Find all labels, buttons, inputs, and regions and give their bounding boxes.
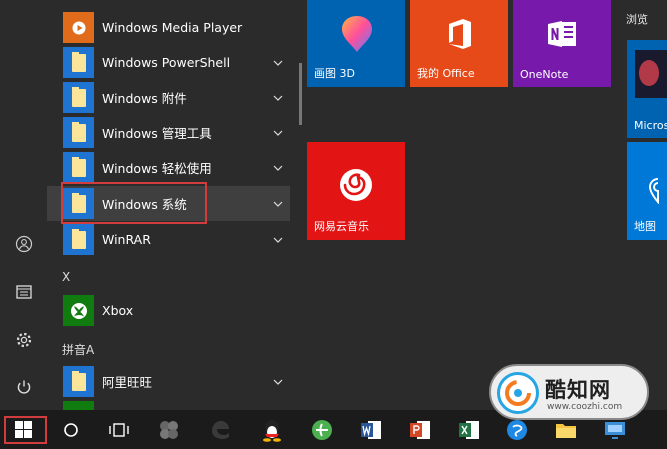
user-icon: [15, 235, 32, 253]
documents-button[interactable]: [0, 272, 47, 312]
tile-paint-3d[interactable]: 画图 3D: [307, 0, 405, 87]
app-icon: [159, 420, 178, 439]
taskbar-browser[interactable]: [308, 416, 335, 443]
tile-label: 画图 3D: [314, 67, 355, 80]
task-view-icon: [108, 422, 129, 437]
chevron-down-icon[interactable]: [272, 57, 284, 69]
qq-icon: [262, 419, 281, 442]
browser2-icon: [506, 419, 527, 440]
power-button[interactable]: [0, 367, 47, 407]
taskbar-qq[interactable]: [258, 416, 285, 443]
folder-label: 阿里旺旺: [102, 375, 153, 390]
taskbar-excel[interactable]: [455, 416, 482, 443]
section-header-pinyin-a[interactable]: 拼音A: [62, 341, 94, 358]
folder-icon: [63, 152, 94, 183]
folder-winrar[interactable]: WinRAR: [47, 222, 290, 257]
folder-icon: [63, 224, 94, 255]
app-label: Xbox: [102, 303, 134, 318]
documents-icon: [15, 285, 32, 299]
edge-icon: [211, 420, 229, 439]
app-label: Windows Media Player: [102, 20, 243, 35]
paint-3d-icon: [342, 16, 372, 52]
user-button[interactable]: [0, 224, 47, 264]
folder-label: Windows 附件: [102, 91, 187, 106]
word-icon: [360, 420, 381, 439]
remote-icon: [604, 421, 625, 439]
media-player-icon: [63, 12, 94, 43]
tile-label: 地图: [634, 220, 656, 233]
tile-label: 我的 Office: [417, 67, 475, 80]
maps-icon: [649, 178, 659, 204]
taskbar-powerpoint[interactable]: [406, 416, 433, 443]
tile-label: Micros: [634, 119, 667, 132]
folder-icon: [63, 366, 94, 397]
taskbar-file-explorer[interactable]: [552, 416, 579, 443]
chevron-down-icon[interactable]: [272, 162, 284, 174]
tile-microsoft-store[interactable]: Micros: [627, 40, 667, 138]
settings-icon: [16, 332, 31, 348]
taskbar-remote[interactable]: [601, 416, 628, 443]
folder-windows-powershell[interactable]: Windows PowerShell: [47, 45, 290, 80]
tile-label: OneNote: [520, 68, 569, 81]
search-circle-icon: [63, 422, 78, 437]
netease-music-icon: [340, 169, 372, 201]
folder-icon: [63, 82, 94, 113]
tile-label: 网易云音乐: [314, 220, 369, 233]
folder-icon: [63, 47, 94, 78]
taskbar-word[interactable]: [357, 416, 384, 443]
chevron-down-icon[interactable]: [272, 127, 284, 139]
start-highlight-annotation-box: [4, 416, 47, 444]
file-explorer-icon: [555, 423, 576, 438]
coozhi-logo-icon: [497, 372, 539, 414]
tile-maps[interactable]: 地图: [627, 142, 667, 240]
coozhi-watermark: 酷知网 www.coozhi.com: [489, 364, 649, 420]
folder-alibaba-wangwang[interactable]: 阿里旺旺: [47, 364, 290, 399]
tile-netease-music[interactable]: 网易云音乐: [307, 142, 405, 240]
watermark-title: 酷知网: [545, 378, 611, 402]
folder-icon: [63, 117, 94, 148]
search-button[interactable]: [57, 416, 84, 443]
power-icon: [17, 380, 30, 394]
chevron-down-icon[interactable]: [272, 376, 284, 388]
app-item-windows-media-player[interactable]: Windows Media Player: [47, 10, 290, 45]
chevron-down-icon[interactable]: [272, 92, 284, 104]
highlight-annotation-box: [61, 182, 207, 224]
office-icon: [449, 19, 471, 49]
tile-onenote[interactable]: OneNote: [513, 0, 611, 87]
taskbar-edge[interactable]: [206, 416, 233, 443]
taskbar-app-1[interactable]: [155, 416, 182, 443]
app-icon: [63, 401, 94, 410]
app-list-scrollbar[interactable]: [299, 63, 302, 125]
taskbar-browser-2[interactable]: [503, 416, 530, 443]
section-header-x[interactable]: X: [62, 270, 70, 284]
chevron-down-icon[interactable]: [272, 198, 284, 210]
powerpoint-icon: [409, 420, 430, 439]
settings-button[interactable]: [0, 320, 47, 360]
folder-windows-accessories[interactable]: Windows 附件: [47, 80, 290, 115]
folder-label: Windows 轻松使用: [102, 161, 212, 176]
onenote-icon: [548, 21, 576, 47]
app-item-partial[interactable]: [47, 399, 290, 410]
folder-label: Windows 管理工具: [102, 126, 212, 141]
task-view-button[interactable]: [105, 416, 132, 443]
folder-label: Windows PowerShell: [102, 55, 231, 70]
section-label-browse[interactable]: 浏览: [626, 11, 648, 27]
folder-windows-ease-of-access[interactable]: Windows 轻松使用: [47, 150, 290, 185]
chevron-down-icon[interactable]: [272, 234, 284, 246]
xbox-icon: [63, 295, 94, 326]
app-item-xbox[interactable]: Xbox: [47, 293, 290, 328]
folder-label: WinRAR: [102, 232, 151, 247]
watermark-url: www.coozhi.com: [547, 402, 623, 412]
browser-icon: [311, 419, 332, 440]
start-rail: [0, 0, 47, 410]
tile-my-office[interactable]: 我的 Office: [410, 0, 508, 87]
store-preview-image: [635, 50, 667, 98]
folder-windows-admin-tools[interactable]: Windows 管理工具: [47, 115, 290, 150]
excel-icon: [458, 420, 479, 439]
